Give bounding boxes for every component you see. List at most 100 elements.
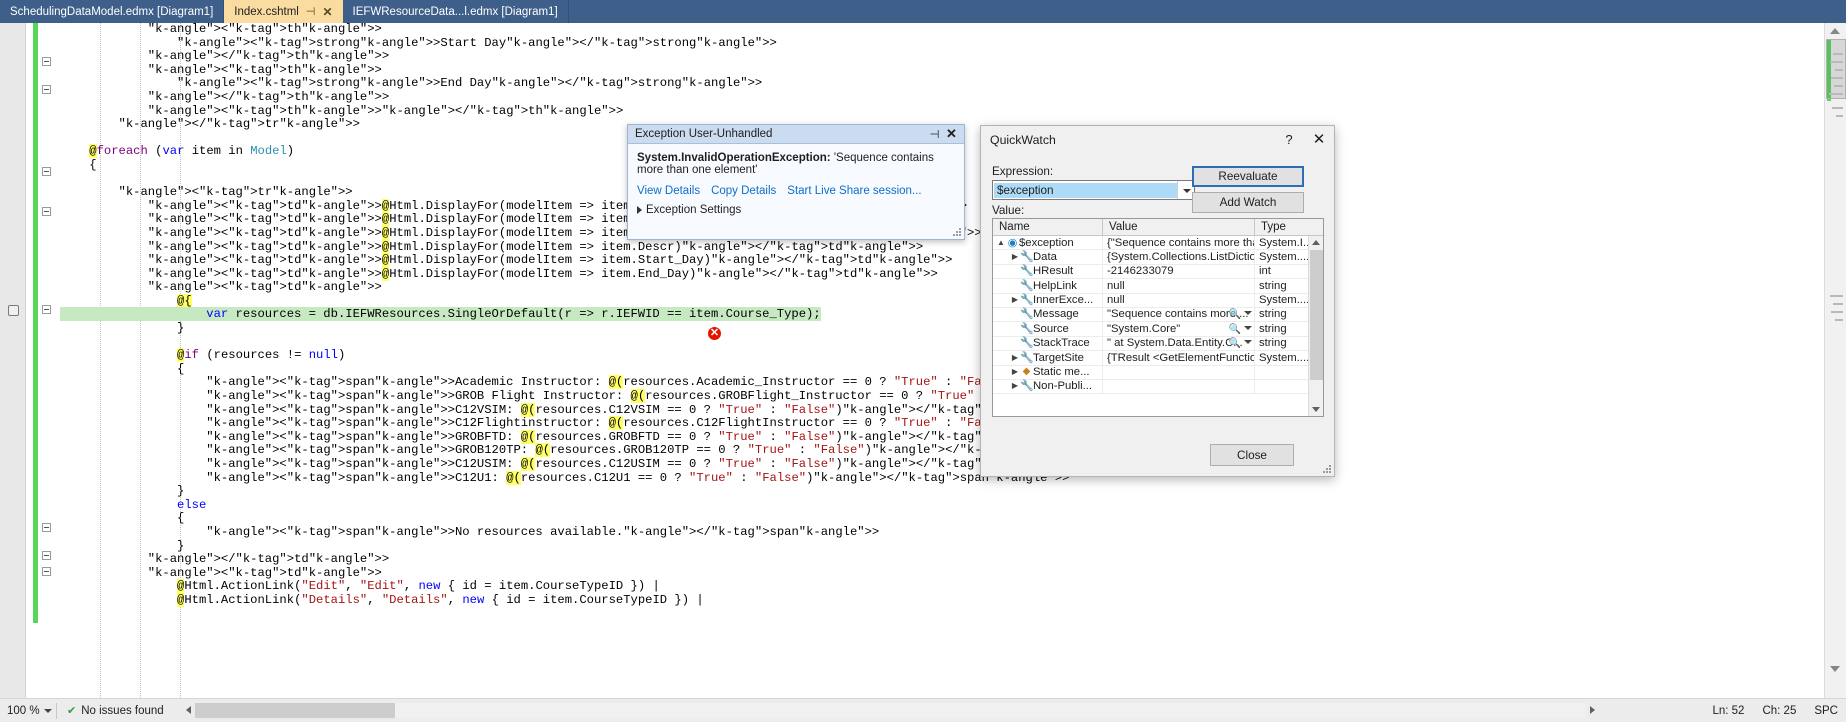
exception-message-block: System.InvalidOperationException: 'Seque… xyxy=(628,144,964,176)
expression-input[interactable]: $exception xyxy=(992,180,1195,200)
watch-row[interactable]: 🔧 HResult -2146233079 int xyxy=(993,264,1323,280)
exception-helper-popup: Exception User-Unhandled ⊣ ✕ System.Inva… xyxy=(627,124,965,240)
watch-row-value[interactable]: "Sequence contains more ... 🔍 xyxy=(1103,307,1255,322)
copy-details-link[interactable]: Copy Details xyxy=(711,185,776,197)
row-expander-icon[interactable]: ▶ xyxy=(1010,293,1020,307)
collapse-box-icon[interactable] xyxy=(42,167,51,176)
watch-row-name: $exception xyxy=(1019,236,1074,249)
watch-row-value[interactable]: {TResult <GetElementFunction... xyxy=(1103,350,1255,366)
magnifier-icon[interactable]: 🔍 xyxy=(1229,337,1241,350)
watch-values-grid[interactable]: Name Value Type ▲ ◉ $exception {"Sequence c… xyxy=(992,218,1324,417)
watch-row-type: string xyxy=(1259,279,1287,292)
scroll-right-arrow-icon[interactable] xyxy=(1590,706,1595,714)
collapse-box-icon[interactable] xyxy=(42,305,51,314)
tab-label: SchedulingDataModel.edmx [Diagram1] xyxy=(10,5,214,18)
watch-row-value[interactable]: "System.Core" 🔍 xyxy=(1103,321,1255,337)
chevron-down-icon[interactable] xyxy=(1244,340,1252,345)
tab-schedulingdatamodel[interactable]: SchedulingDataModel.edmx [Diagram1] xyxy=(0,0,225,23)
bookmark-glyph-icon[interactable] xyxy=(8,305,19,316)
pin-icon[interactable]: ⊣ xyxy=(926,127,943,141)
watch-row-value[interactable]: -2146233079 xyxy=(1103,264,1255,279)
collapse-box-icon[interactable] xyxy=(42,567,51,576)
close-icon[interactable]: ✕ xyxy=(943,126,960,142)
add-watch-button[interactable]: Add Watch xyxy=(1192,192,1304,213)
view-details-link[interactable]: View Details xyxy=(637,185,700,197)
collapse-box-icon[interactable] xyxy=(42,57,51,66)
row-expander-icon[interactable]: ▲ xyxy=(996,236,1006,250)
watch-row[interactable]: ▲◉$exception {"Sequence contains more tha… xyxy=(993,235,1323,251)
horizontal-scrollbar[interactable] xyxy=(186,703,1595,718)
row-expander-icon[interactable]: ▶ xyxy=(1010,365,1020,379)
scroll-up-arrow-icon[interactable] xyxy=(1312,240,1320,245)
watch-row-value[interactable]: null xyxy=(1103,293,1255,308)
code-line: { xyxy=(60,511,185,526)
watch-row[interactable]: ▶🔧TargetSite {TResult <GetElementFunction… xyxy=(993,350,1323,366)
help-icon[interactable]: ? xyxy=(1274,127,1304,153)
line-indicator: Ln: 52 xyxy=(1712,705,1745,717)
row-expander-icon[interactable]: ▶ xyxy=(1010,250,1020,264)
magnifier-icon[interactable]: 🔍 xyxy=(1229,323,1241,336)
exception-popup-title: Exception User-Unhandled xyxy=(635,128,773,140)
watch-row-type: string xyxy=(1259,322,1287,335)
watch-row-value[interactable] xyxy=(1103,365,1255,380)
wrench-icon: 🔧 xyxy=(1020,322,1034,335)
close-tab-icon[interactable]: ✕ xyxy=(322,5,332,19)
pin-tab-icon[interactable]: ⊣ xyxy=(306,5,316,18)
column-header-type[interactable]: Type xyxy=(1255,219,1310,235)
magnifier-icon[interactable]: 🔍 xyxy=(1229,308,1241,321)
watch-row[interactable]: 🔧 HelpLink null string xyxy=(993,278,1323,294)
collapse-box-icon[interactable] xyxy=(42,207,51,216)
tab-index-cshtml[interactable]: Index.cshtml ⊣ ✕ xyxy=(224,0,343,23)
watch-row-value[interactable]: null xyxy=(1103,278,1255,294)
scroll-down-arrow-icon[interactable] xyxy=(1830,666,1840,672)
code-line: else xyxy=(177,497,207,512)
watch-row[interactable]: ▶ 🔧 Non-Publi... xyxy=(993,379,1323,395)
resize-grip[interactable] xyxy=(1321,463,1332,474)
chevron-down-icon[interactable] xyxy=(1244,325,1252,330)
grid-scroll-thumb[interactable] xyxy=(1310,250,1323,380)
close-icon[interactable]: ✕ xyxy=(1304,127,1334,153)
row-expander-icon[interactable]: ▶ xyxy=(1010,379,1020,393)
watch-row-value[interactable]: " at System.Data.Entity.C... 🔍 xyxy=(1103,336,1255,351)
chevron-down-icon[interactable] xyxy=(1244,311,1252,316)
watch-row[interactable]: 🔧 Source "System.Core" 🔍 string xyxy=(993,321,1323,337)
scroll-down-arrow-icon[interactable] xyxy=(1312,407,1320,412)
collapse-box-icon[interactable] xyxy=(42,85,51,94)
exception-popup-titlebar: Exception User-Unhandled ⊣ ✕ xyxy=(628,125,964,144)
vertical-scrollbar-map[interactable] xyxy=(1824,23,1846,698)
watch-row[interactable]: 🔧 Message "Sequence contains more ... 🔍 stri… xyxy=(993,307,1323,323)
column-header-name[interactable]: Name xyxy=(993,219,1103,235)
exception-settings-expander[interactable]: Exception Settings xyxy=(628,197,964,216)
collapse-box-icon[interactable] xyxy=(42,523,51,532)
chevron-down-icon[interactable] xyxy=(43,708,52,713)
collapse-box-icon[interactable] xyxy=(42,551,51,560)
scroll-up-arrow-icon[interactable] xyxy=(1830,28,1840,34)
outlining-column[interactable] xyxy=(42,23,60,698)
hscroll-thumb[interactable] xyxy=(195,703,395,718)
code-line: "k-angle"><"k-tag">strong"k-angle">>End … xyxy=(177,76,763,91)
close-button[interactable]: Close xyxy=(1210,444,1294,466)
start-live-share-link[interactable]: Start Live Share session... xyxy=(787,185,921,197)
watch-row-type: System.... xyxy=(1259,294,1310,307)
watch-row[interactable]: ▶🔧Data {System.Collections.ListDiction...… xyxy=(993,249,1323,265)
tab-iefwresourcedata[interactable]: IEFWResourceData...l.edmx [Diagram1] xyxy=(342,0,569,23)
watch-row-value[interactable]: {"Sequence contains more than... xyxy=(1103,235,1255,250)
watch-row[interactable]: ▶ ◆ Static me... xyxy=(993,365,1323,380)
expression-value[interactable]: $exception xyxy=(994,182,1178,198)
scroll-left-arrow-icon[interactable] xyxy=(186,706,191,714)
zoom-control[interactable]: 100 % xyxy=(0,705,56,717)
watch-row[interactable]: ▶ 🔧 InnerExce... null System.... xyxy=(993,293,1323,308)
resize-grip[interactable] xyxy=(952,227,962,237)
watch-row[interactable]: 🔧 StackTrace " at System.Data.Entity.C... 🔍… xyxy=(993,336,1323,352)
error-marker-icon[interactable]: ✕ xyxy=(708,327,721,340)
watch-row-value[interactable]: {System.Collections.ListDiction... xyxy=(1103,249,1255,265)
grid-vertical-scrollbar[interactable] xyxy=(1308,236,1323,416)
watch-row-value[interactable] xyxy=(1103,379,1255,394)
row-expander-icon[interactable]: ▶ xyxy=(1010,351,1020,365)
issues-indicator[interactable]: ✔ No issues found xyxy=(57,704,164,718)
reevaluate-button[interactable]: Reevaluate xyxy=(1192,166,1304,187)
exception-type: System.InvalidOperationException: xyxy=(637,152,831,164)
column-header-value[interactable]: Value xyxy=(1103,219,1255,235)
chevron-right-icon xyxy=(637,205,642,214)
exception-action-links: View Details Copy Details Start Live Sha… xyxy=(628,176,964,197)
